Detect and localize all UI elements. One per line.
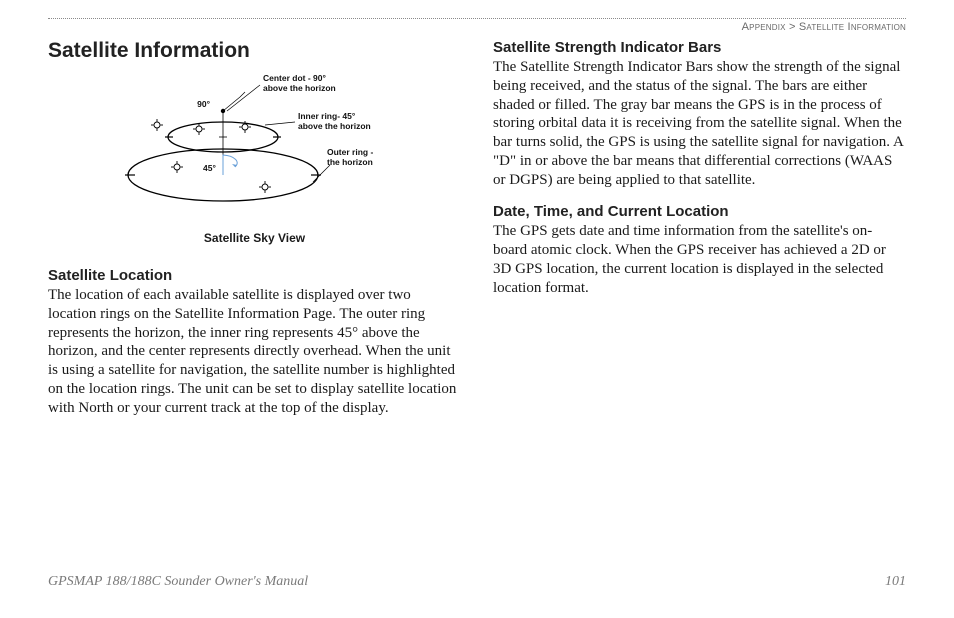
satellite-icon bbox=[151, 119, 271, 193]
manual-page: Appendix > Satellite Information Satelli… bbox=[0, 0, 954, 618]
page-footer: GPSMAP 188/188C Sounder Owner's Manual 1… bbox=[48, 574, 906, 590]
sky-view-figure: 90° 45° Center dot - 90° above the horiz… bbox=[48, 67, 461, 217]
content-columns: Satellite Information bbox=[48, 39, 906, 427]
paragraph-date-time-location: The GPS gets date and time information f… bbox=[493, 222, 906, 297]
paragraph-strength-bars: The Satellite Strength Indicator Bars sh… bbox=[493, 58, 906, 189]
breadcrumb: Appendix > Satellite Information bbox=[48, 21, 906, 33]
label-inner-ring: Inner ring- 45° above the horizon bbox=[298, 111, 371, 131]
footer-page-number: 101 bbox=[885, 574, 906, 590]
footer-manual-title: GPSMAP 188/188C Sounder Owner's Manual bbox=[48, 574, 308, 590]
breadcrumb-page: Satellite Information bbox=[799, 21, 906, 33]
figure-caption: Satellite Sky View bbox=[48, 231, 461, 245]
label-center-dot: Center dot - 90° above the horizon bbox=[263, 73, 336, 93]
breadcrumb-section: Appendix bbox=[742, 21, 786, 33]
top-rule bbox=[48, 18, 906, 19]
sky-view-diagram: 90° 45° Center dot - 90° above the horiz… bbox=[95, 67, 415, 217]
right-column: Satellite Strength Indicator Bars The Sa… bbox=[493, 39, 906, 427]
page-title: Satellite Information bbox=[48, 39, 461, 63]
heading-date-time-location: Date, Time, and Current Location bbox=[493, 203, 906, 220]
breadcrumb-separator: > bbox=[789, 21, 796, 33]
label-90: 90° bbox=[197, 99, 210, 109]
heading-satellite-location: Satellite Location bbox=[48, 267, 461, 284]
label-45: 45° bbox=[203, 163, 216, 173]
left-column: Satellite Information bbox=[48, 39, 461, 427]
paragraph-satellite-location: The location of each available satellite… bbox=[48, 286, 461, 417]
heading-strength-bars: Satellite Strength Indicator Bars bbox=[493, 39, 906, 56]
label-outer-ring: Outer ring - the horizon bbox=[327, 147, 376, 167]
